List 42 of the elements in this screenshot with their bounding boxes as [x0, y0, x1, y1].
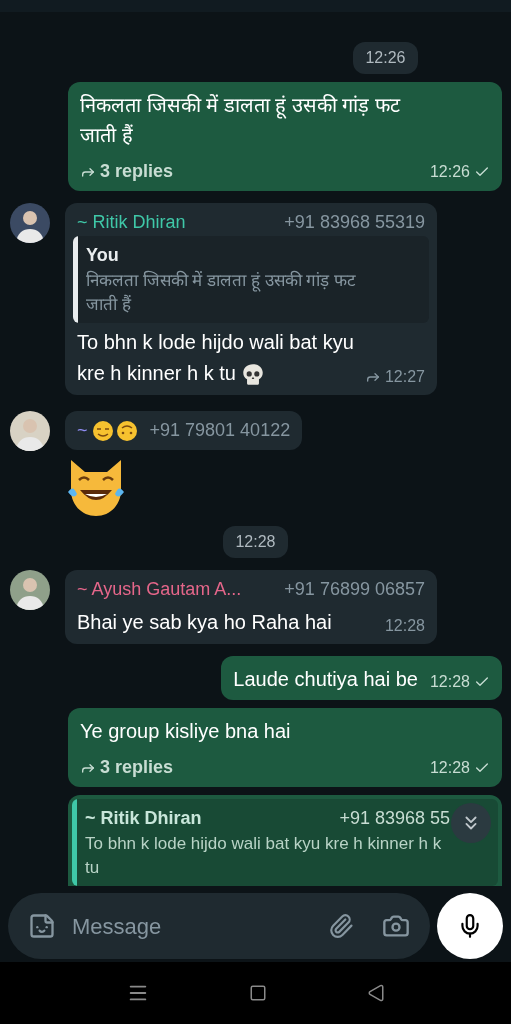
phone-number: +91 76899 06857	[284, 578, 425, 601]
home-icon[interactable]	[248, 984, 267, 1002]
message-field[interactable]: Message	[8, 893, 430, 959]
message-text: Bhai ye sab kya ho Raha hai	[77, 610, 332, 635]
sender-name[interactable]: ~ Ayush Gautam A...	[77, 576, 242, 603]
incoming-message[interactable]: ~ Ritik Dhiran +91 83968 55319 You निकलता जिसकी में डालता हूं उसकी गांड़ फट जाती हैं To bhn k lode hijdo wali bat kyu kre h kinner h k tu 12:27	[65, 203, 437, 395]
quote-author: ~ Ritik Dhiran	[85, 807, 202, 830]
message-text: Ye group kisliye bna hai	[80, 719, 292, 744]
avatar[interactable]	[10, 203, 50, 243]
message-text: Laude chutiya hai be	[233, 667, 418, 692]
replies-link[interactable]: 3 replies	[80, 754, 174, 781]
message-time: 12:27	[384, 367, 425, 387]
message-text: निकलता जिसकी में डालता हूं उसकी गांड़ फट जाती हैं	[80, 93, 402, 148]
message-time: 12:28	[429, 672, 470, 692]
phone-number: +91 79801 40122	[149, 419, 291, 442]
incoming-message[interactable]: ~ Ayush Gautam A... +91 76899 06857 Bhai ye sab kya ho Raha hai 12:28	[65, 570, 437, 644]
message-time: 12:28	[429, 757, 470, 778]
message-time: 12:28	[384, 616, 425, 636]
sticker-icon[interactable]	[28, 912, 56, 940]
outgoing-message[interactable]: Laude chutiya hai be 12:28	[221, 656, 502, 700]
phone-number: +91 83968 55319	[284, 211, 425, 234]
phone-number: +91 83968 55	[339, 807, 450, 830]
outgoing-message[interactable]: Ye group kisliye bna hai 3 replies 12:28	[68, 708, 502, 787]
message-time: 12:26	[429, 161, 470, 182]
message-text: To bhn k lode hijdo wali bat kyu kre h kinner h k tu	[77, 327, 357, 389]
quote-text: निकलता जिसकी में डालता हूं उसकी गांड़ फट जाती हैं	[86, 269, 358, 316]
outgoing-message[interactable]: निकलता जिसकी में डालता हूं उसकी गांड़ फट जाती हैं 3 replies 12:26	[68, 82, 502, 191]
time-chip: 12:26	[353, 42, 418, 74]
avatar[interactable]	[10, 411, 50, 451]
back-icon[interactable]	[366, 984, 385, 1002]
avatar[interactable]	[10, 570, 50, 610]
quote-text: To bhn k lode hijdo wali bat kyu kre h kinner h k tu	[85, 833, 443, 879]
message-input[interactable]: Message	[72, 909, 312, 943]
quote-author: You	[86, 244, 119, 267]
sender-header[interactable]: ~ +91 79801 40122	[65, 411, 303, 450]
smiling-face-icon	[91, 419, 138, 442]
sender-name[interactable]: ~	[77, 417, 88, 444]
sender-name[interactable]: ~ Ritik Dhiran	[77, 209, 186, 236]
attach-icon[interactable]	[328, 913, 354, 939]
quoted-message[interactable]: You निकलता जिसकी में डालता हूं उसकी गांड़ फट जाती हैं	[73, 236, 429, 323]
replies-link[interactable]: 3 replies	[80, 158, 174, 185]
time-chip: 12:28	[223, 526, 288, 558]
